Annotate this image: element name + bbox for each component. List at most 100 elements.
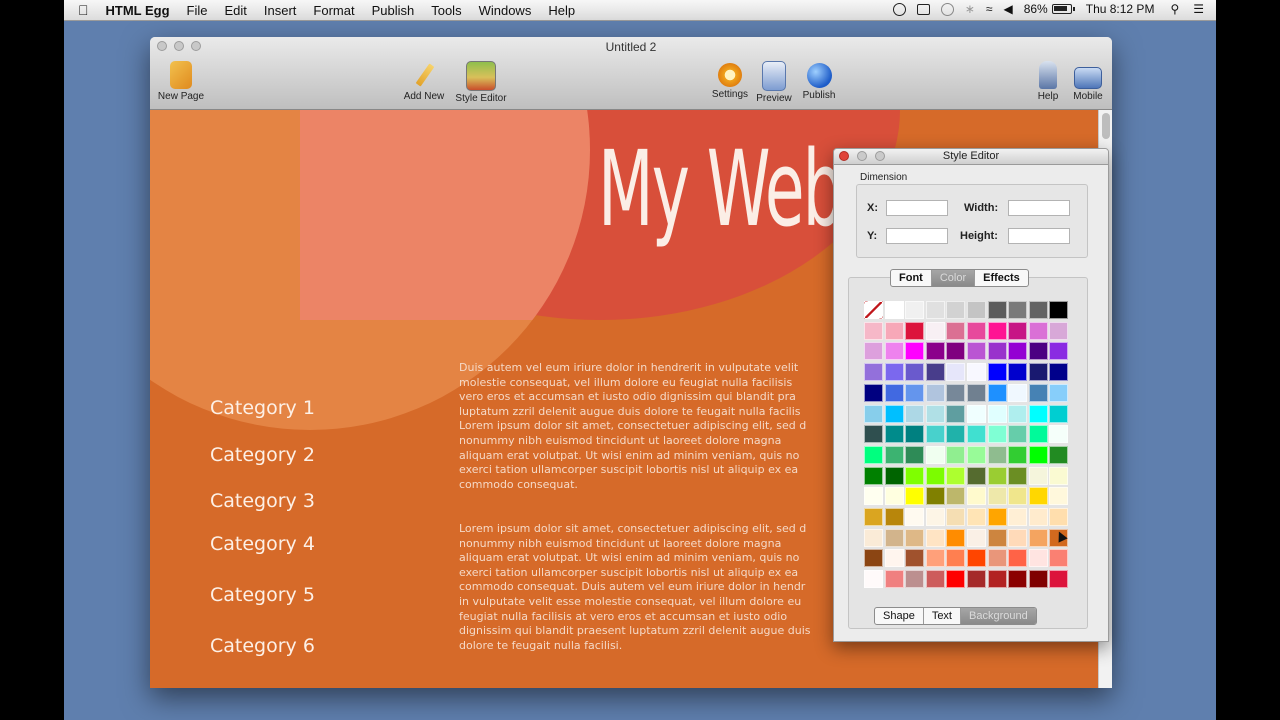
publish-button[interactable]: Publish <box>787 61 851 101</box>
color-swatch[interactable] <box>1049 445 1069 464</box>
color-swatch[interactable] <box>1008 425 1028 444</box>
color-swatch[interactable] <box>946 363 966 382</box>
color-swatch[interactable] <box>987 301 1007 319</box>
color-swatch[interactable] <box>1028 570 1048 589</box>
color-swatch[interactable] <box>1028 363 1048 382</box>
color-swatch[interactable] <box>905 425 925 444</box>
color-swatch[interactable] <box>1028 466 1048 485</box>
color-swatch[interactable] <box>1028 508 1048 526</box>
color-swatch[interactable] <box>1008 445 1028 464</box>
width-field[interactable] <box>1008 200 1070 216</box>
record-icon[interactable] <box>892 2 906 16</box>
color-swatch[interactable] <box>946 570 966 589</box>
tab-effects[interactable]: Effects <box>975 270 1028 286</box>
color-swatch[interactable] <box>905 383 925 402</box>
color-swatch[interactable] <box>905 549 925 568</box>
color-swatch[interactable] <box>946 487 966 506</box>
color-swatch[interactable] <box>1028 321 1048 340</box>
color-swatch[interactable] <box>946 321 966 340</box>
color-swatch[interactable] <box>967 321 986 340</box>
color-swatch[interactable] <box>1049 321 1069 340</box>
color-swatch[interactable] <box>1008 549 1028 568</box>
color-swatch[interactable] <box>864 487 883 506</box>
y-field[interactable] <box>886 228 948 244</box>
color-swatch[interactable] <box>1028 404 1048 423</box>
color-swatch[interactable] <box>884 301 904 319</box>
color-swatch[interactable] <box>987 321 1007 340</box>
color-swatch[interactable] <box>1049 301 1069 319</box>
color-swatch[interactable] <box>925 528 945 547</box>
color-swatch[interactable] <box>925 466 945 485</box>
color-swatch[interactable] <box>925 487 945 506</box>
volume-icon[interactable]: ◀ <box>1003 2 1012 16</box>
color-swatch[interactable] <box>864 549 883 568</box>
menu-tools[interactable]: Tools <box>431 3 461 18</box>
color-swatch[interactable] <box>884 549 904 568</box>
color-swatch[interactable] <box>987 404 1007 423</box>
color-swatch[interactable] <box>967 570 986 589</box>
color-swatch[interactable] <box>967 549 986 568</box>
color-swatch[interactable] <box>925 445 945 464</box>
color-swatch[interactable] <box>967 466 986 485</box>
color-swatch[interactable] <box>1008 321 1028 340</box>
color-swatch[interactable] <box>1049 508 1069 526</box>
color-swatch[interactable] <box>1049 549 1069 568</box>
color-swatch[interactable] <box>967 383 986 402</box>
color-swatch[interactable] <box>967 425 986 444</box>
color-swatch[interactable] <box>1049 425 1069 444</box>
color-swatch[interactable] <box>1049 570 1069 589</box>
color-swatch[interactable] <box>1028 301 1048 319</box>
color-swatch[interactable] <box>884 528 904 547</box>
color-swatch[interactable] <box>884 363 904 382</box>
color-swatch[interactable] <box>987 570 1007 589</box>
x-field[interactable] <box>886 200 948 216</box>
color-swatch[interactable] <box>1028 445 1048 464</box>
body-paragraph-1[interactable]: Duis autem vel eum iriure dolor in hendr… <box>459 361 839 492</box>
category-link-6[interactable]: Category 6 <box>210 635 315 657</box>
color-swatch[interactable] <box>987 466 1007 485</box>
airplay-icon[interactable] <box>916 3 930 15</box>
color-swatch[interactable] <box>987 549 1007 568</box>
color-swatch[interactable] <box>1028 342 1048 361</box>
color-swatch[interactable] <box>884 445 904 464</box>
color-swatch[interactable] <box>864 321 883 340</box>
style-editor-titlebar[interactable]: Style Editor <box>834 149 1108 165</box>
color-swatch[interactable] <box>1008 363 1028 382</box>
color-swatch[interactable] <box>905 445 925 464</box>
body-paragraph-2[interactable]: Lorem ipsum dolor sit amet, consectetuer… <box>459 522 839 653</box>
color-swatch[interactable] <box>1008 404 1028 423</box>
no-color-swatch[interactable] <box>864 301 883 319</box>
style-editor-button[interactable]: Style Editor <box>449 61 513 104</box>
color-swatch[interactable] <box>925 425 945 444</box>
menu-help[interactable]: Help <box>548 3 575 18</box>
color-swatch[interactable] <box>864 570 883 589</box>
color-swatch[interactable] <box>884 487 904 506</box>
color-swatch[interactable] <box>925 363 945 382</box>
color-swatch[interactable] <box>1028 383 1048 402</box>
color-swatch[interactable] <box>946 425 966 444</box>
category-link-5[interactable]: Category 5 <box>210 584 315 606</box>
color-swatch[interactable] <box>1008 466 1028 485</box>
color-swatch[interactable] <box>1008 570 1028 589</box>
color-swatch[interactable] <box>1028 549 1048 568</box>
color-swatch[interactable] <box>864 363 883 382</box>
tab-font[interactable]: Font <box>891 270 932 286</box>
color-swatch[interactable] <box>925 549 945 568</box>
color-swatch[interactable] <box>946 549 966 568</box>
color-swatch[interactable] <box>884 383 904 402</box>
color-swatch[interactable] <box>864 445 883 464</box>
color-swatch[interactable] <box>905 487 925 506</box>
target-text[interactable]: Text <box>924 608 961 624</box>
color-swatch[interactable] <box>1028 487 1048 506</box>
color-swatch[interactable] <box>987 508 1007 526</box>
color-swatch[interactable] <box>1028 528 1048 547</box>
color-swatch[interactable] <box>864 466 883 485</box>
color-swatch[interactable] <box>884 321 904 340</box>
color-swatch[interactable] <box>946 301 966 319</box>
notification-center-icon[interactable]: ☰ <box>1193 2 1204 16</box>
color-swatch[interactable] <box>905 301 925 319</box>
color-swatch[interactable] <box>946 404 966 423</box>
menu-app-name[interactable]: HTML Egg <box>106 3 170 18</box>
color-swatch[interactable] <box>905 404 925 423</box>
color-swatch[interactable] <box>946 466 966 485</box>
